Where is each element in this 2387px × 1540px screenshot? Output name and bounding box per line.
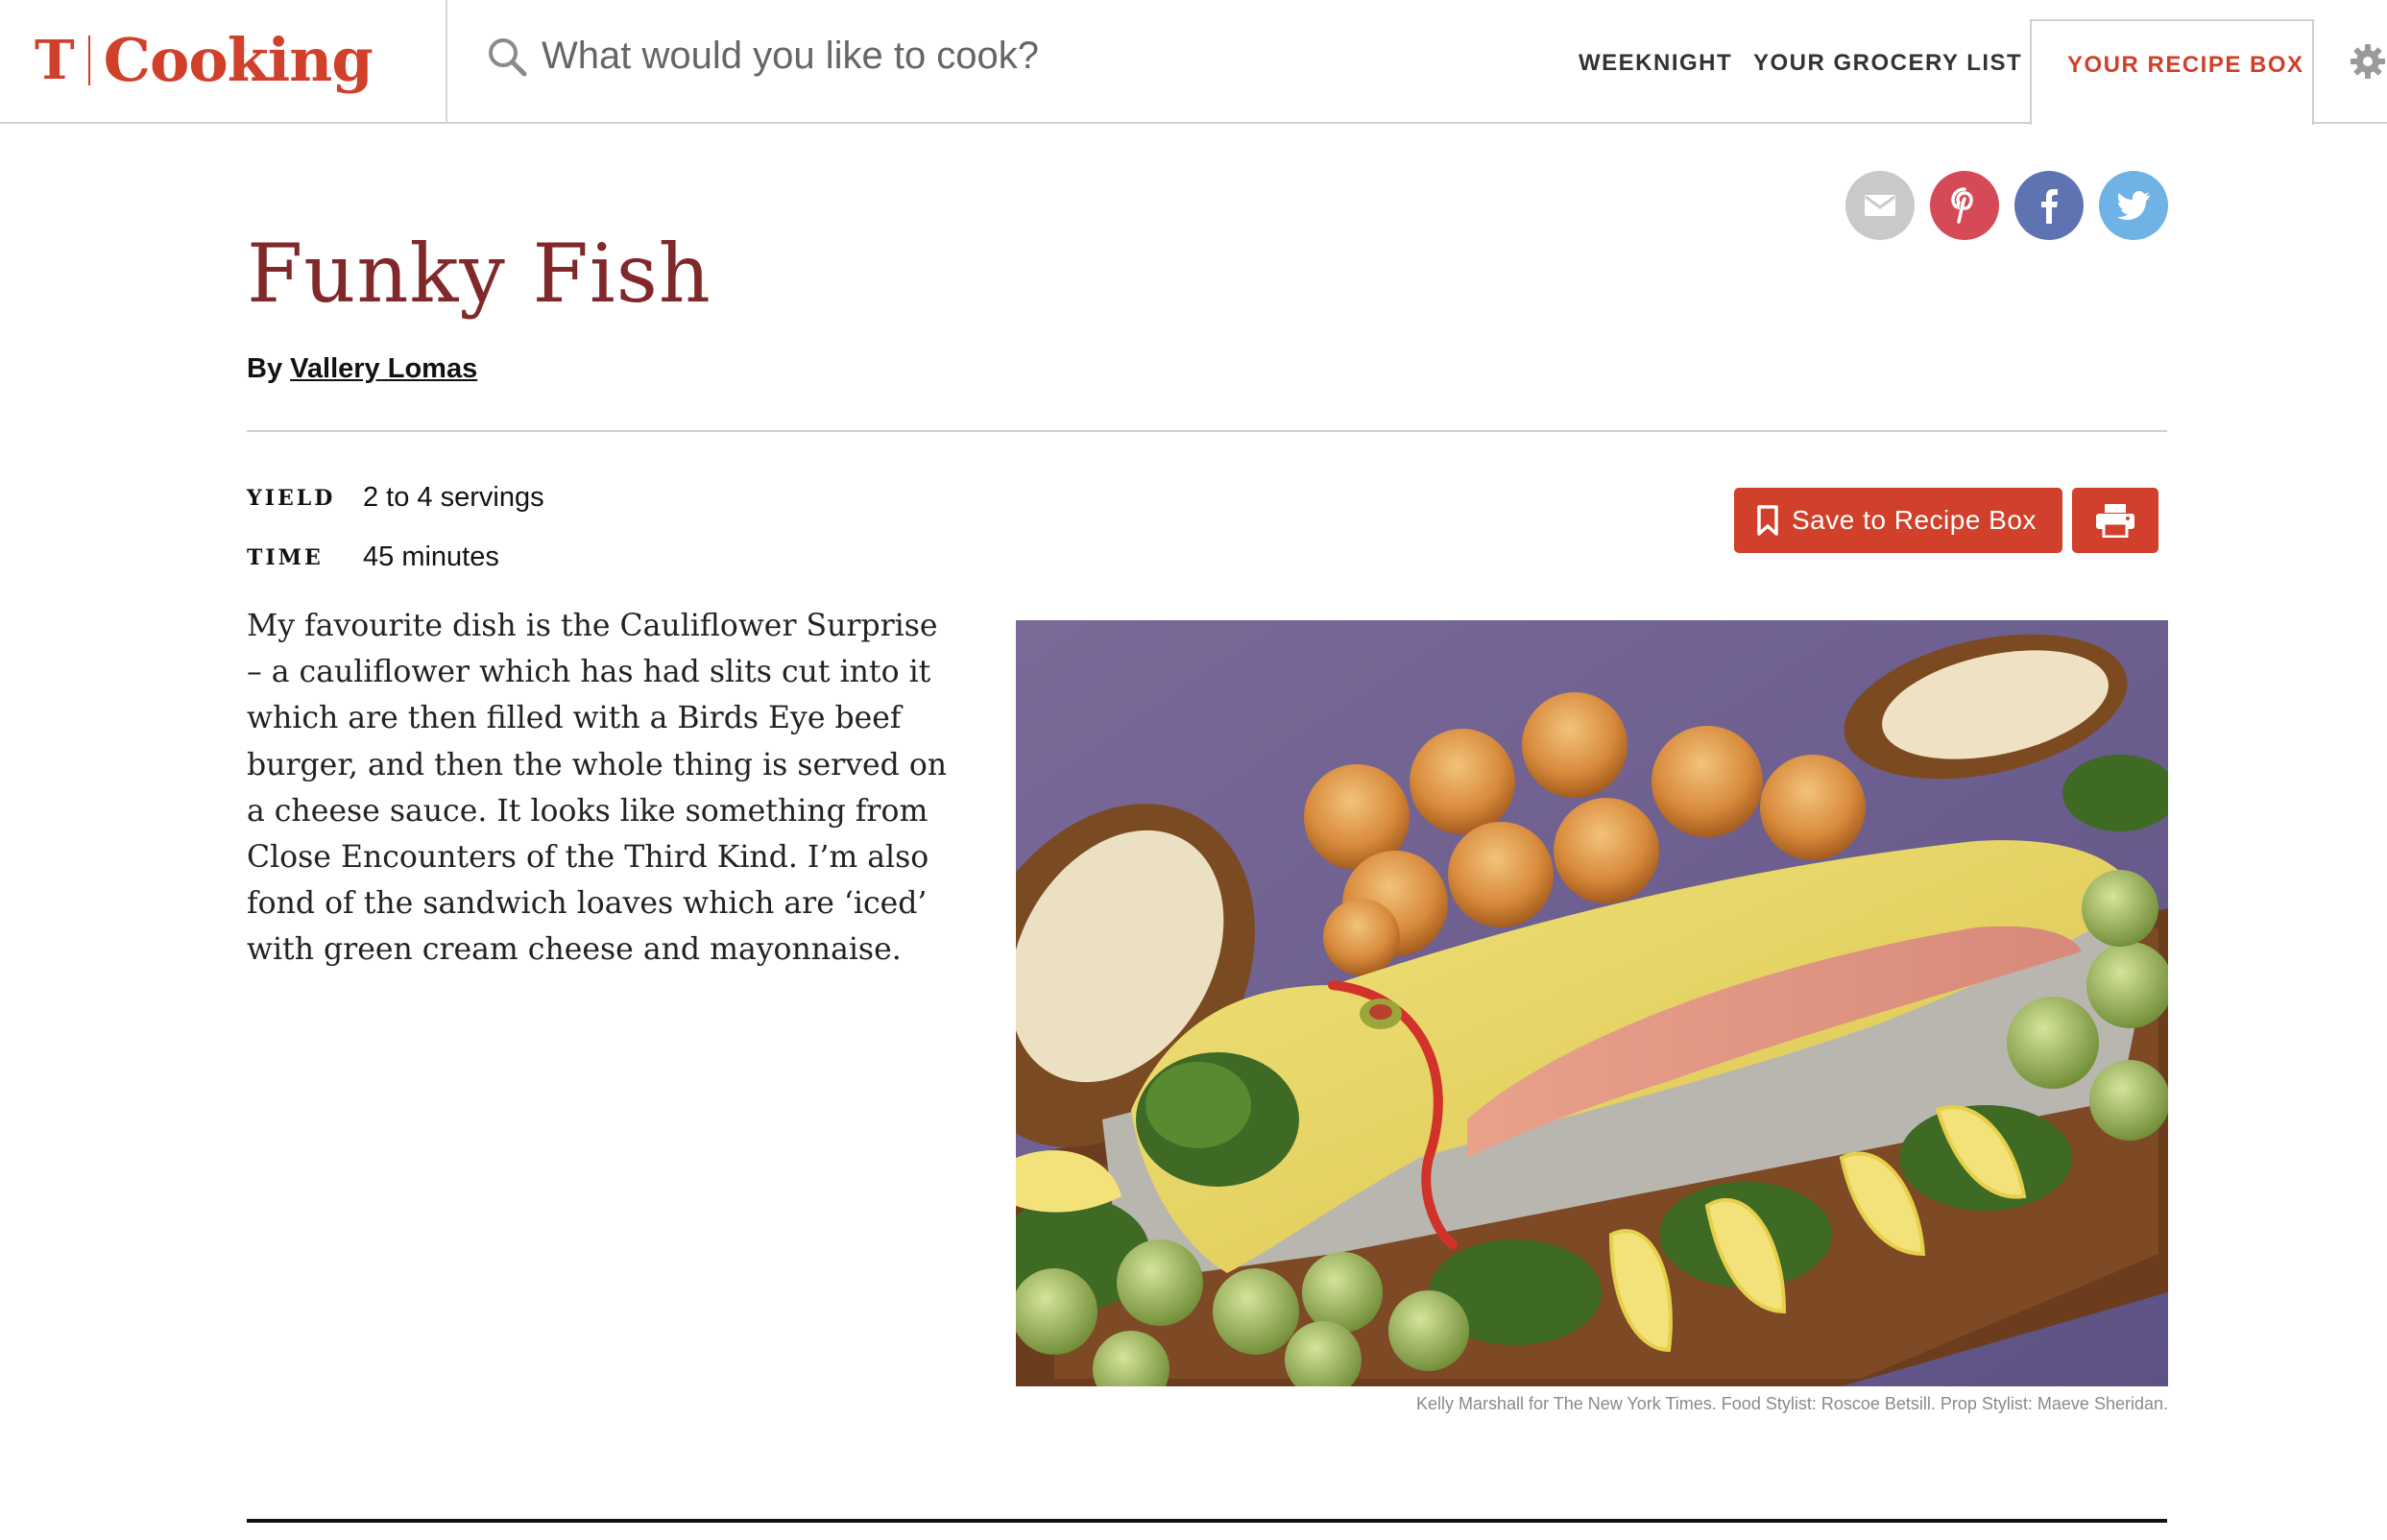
search-input[interactable] (542, 35, 1079, 78)
save-to-recipe-box-button[interactable]: Save to Recipe Box (1734, 488, 2062, 553)
recipe-photo (1016, 620, 2168, 1386)
nyt-t-logo-icon: T (35, 29, 75, 92)
byline: By Vallery Lomas (247, 353, 477, 385)
recipe-intro: My favourite dish is the Cauliflower Sur… (247, 609, 948, 968)
share-facebook-button[interactable] (2014, 171, 2084, 240)
logo-separator (446, 0, 447, 123)
top-bar: T Cooking WEEKNIGHT YOUR GROCERY LIST YO… (0, 0, 2387, 125)
byline-prefix: By (247, 353, 283, 384)
twitter-icon (2117, 191, 2150, 220)
yield-label: YIELD (247, 486, 336, 511)
search-icon (489, 37, 527, 76)
gear-icon[interactable] (2349, 42, 2387, 81)
share-pinterest-button[interactable] (1930, 171, 1999, 240)
share-email-button[interactable] (1845, 171, 1915, 240)
print-button[interactable] (2072, 488, 2158, 553)
recipe-title: Funky Fish (247, 227, 711, 321)
time-label: TIME (247, 545, 324, 570)
logo-divider (87, 36, 90, 85)
nav-grocery-list-link[interactable]: YOUR GROCERY LIST (1753, 50, 2022, 77)
bookmark-icon (1757, 505, 1778, 536)
section-divider (247, 1519, 2167, 1523)
nav-weeknight-link[interactable]: WEEKNIGHT (1579, 50, 1732, 77)
time-value: 45 minutes (363, 541, 499, 572)
photo-caption: Kelly Marshall for The New York Times. F… (1416, 1394, 2168, 1413)
nav-recipe-box-tab[interactable]: YOUR RECIPE BOX (2030, 19, 2314, 125)
title-divider (247, 430, 2167, 432)
nav-recipe-box-label: YOUR RECIPE BOX (2067, 52, 2304, 78)
printer-icon (2096, 504, 2134, 538)
author-link[interactable]: Vallery Lomas (290, 353, 477, 384)
facebook-icon (2041, 189, 2058, 224)
yield-value: 2 to 4 servings (363, 482, 544, 513)
pinterest-icon (1951, 187, 1973, 224)
search-bar[interactable] (486, 35, 1079, 78)
funky-fish-illustration (1016, 620, 2168, 1386)
mail-icon (1865, 195, 1895, 216)
save-button-label: Save to Recipe Box (1792, 505, 2037, 535)
share-twitter-button[interactable] (2099, 171, 2168, 240)
logo-wordmark: Cooking (103, 25, 374, 95)
nyt-cooking-logo[interactable]: T Cooking (35, 25, 374, 95)
